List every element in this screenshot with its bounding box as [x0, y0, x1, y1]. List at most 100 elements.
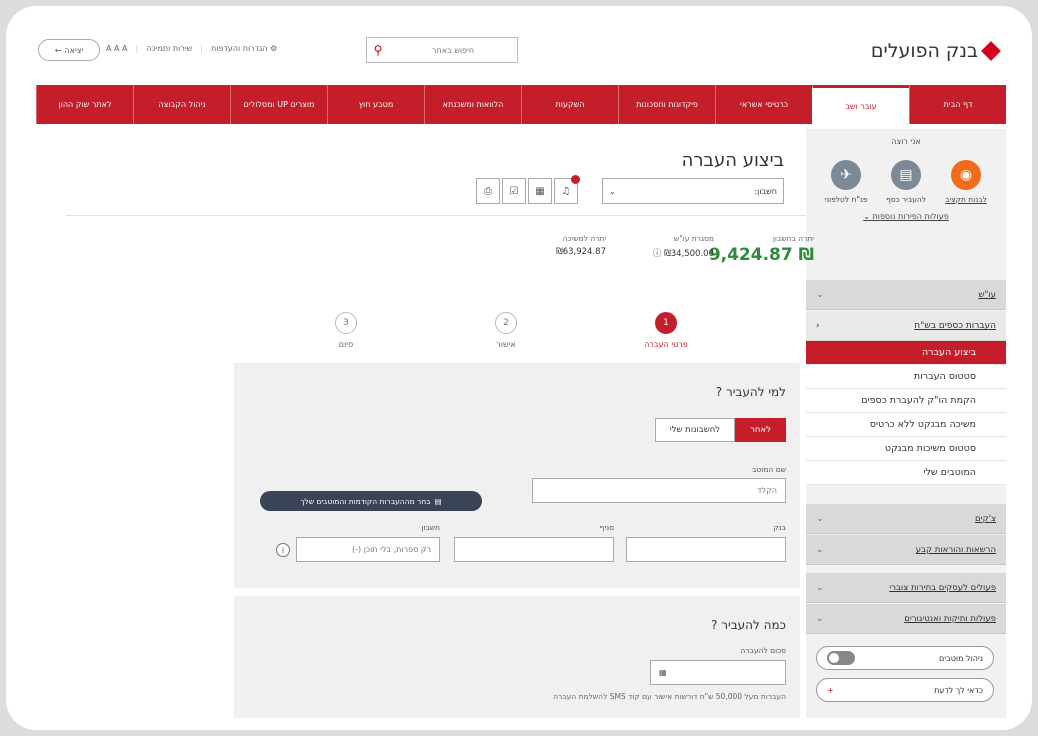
my-accounts-button[interactable]: לחשבונות שלי — [654, 418, 736, 442]
how-much-card: כמה להעביר ? סכום להעברה ▦ העברות מעל 50… — [234, 596, 800, 718]
chevron-down-icon: ⌄ — [609, 186, 616, 196]
step-confirm: 2 אישור — [466, 312, 546, 349]
nav-item-up-products[interactable]: מוצרים UP ומסלולים — [230, 85, 327, 124]
how-much-title: כמה להעביר ? — [711, 618, 786, 632]
more-actions-link[interactable]: פעולות הפירות נוספות ⌄ — [806, 212, 1006, 221]
divider — [66, 215, 806, 216]
other-recipient-button[interactable]: לאחר — [735, 418, 786, 442]
top-links: ⚙ הגדרות והעדפות | שירות ותמיכה | A A A — [106, 44, 277, 53]
top-bar: בנק הפועלים ⚲ ⚙ הגדרות והעדפות | שירות ו… — [36, 28, 1006, 82]
transfer-icon: ▤ — [891, 160, 921, 190]
step-details: 1 פרטי העברה — [626, 312, 706, 349]
settings-link[interactable]: ⚙ הגדרות והעדפות — [211, 44, 277, 53]
chevron-down-icon: ⌄ — [816, 289, 824, 300]
account-select[interactable]: חשבון: ⌄ — [602, 178, 784, 204]
divider: | — [135, 44, 139, 53]
calculator-icon: ▦ — [659, 668, 667, 677]
nav-item-investments[interactable]: השקעות — [521, 85, 618, 124]
balance-value: ₪ 9,424.87 — [708, 245, 814, 265]
branch-label: סניף — [599, 523, 614, 532]
plane-icon: ✈ — [831, 160, 861, 190]
bank-select[interactable] — [626, 537, 786, 562]
nav-item-group[interactable]: ניהול הקבוצה — [133, 85, 230, 124]
logo-diamond-icon — [981, 41, 1001, 61]
info-icon[interactable]: ⓘ — [653, 249, 662, 259]
nav-item-capital-market[interactable]: לאתר שוק ההון — [36, 85, 133, 124]
font-size-link[interactable]: A A A — [106, 44, 128, 53]
wallet-icon: ◉ — [951, 160, 981, 190]
chevron-down-icon: ⌄ — [816, 513, 824, 524]
calendar-icon[interactable]: ▦ — [528, 178, 552, 204]
credit-block: מסגרת עו"ש ₪34,500.00 ⓘ — [652, 234, 714, 259]
app-screen: בנק הפועלים ⚲ ⚙ הגדרות והעדפות | שירות ו… — [36, 28, 1006, 718]
sidebar-item-my-payees[interactable]: המוטבים שלי — [806, 461, 1006, 485]
payee-label: שם המוטב — [752, 465, 786, 474]
chevron-down-icon: ⌄ — [863, 212, 870, 221]
toggle-switch[interactable] — [827, 651, 855, 665]
good-to-know-button[interactable]: כדאי לך לדעת + — [816, 678, 994, 702]
available-block: יתרה למשיכה ₪63,924.87 — [556, 234, 606, 257]
divider: | — [200, 44, 203, 53]
checklist-icon[interactable]: ☑ — [502, 178, 526, 204]
sidebar-item-cardless-withdrawal[interactable]: משיכה מבנקט ללא כרטיס — [806, 413, 1006, 437]
search-box[interactable]: ⚲ — [366, 37, 518, 63]
sidebar-item-standing-order[interactable]: הקמת הו"ק להעברת כספים — [806, 389, 1006, 413]
sidebar-section-transfers[interactable]: העברות כספים בש"ח ‹ — [806, 311, 1006, 341]
notification-badge — [571, 175, 580, 184]
sidebar-section-ops[interactable]: פעולות ותיקות ואנטיגורים ⌄ — [806, 604, 1006, 634]
sidebar-item-transfer[interactable]: ביצוע העברה — [806, 341, 1006, 365]
toolbar-icons: ♫ ▦ ☑ ⎙ — [476, 175, 580, 204]
nav-item-credit-cards[interactable]: כרטיסי אשראי — [715, 85, 812, 124]
to-whom-title: למי להעביר ? — [715, 385, 786, 399]
nav-item-foreign-currency[interactable]: מטבע חוץ — [327, 85, 424, 124]
quick-action-travel[interactable]: ✈ פנ"ח לטלפוני — [820, 160, 872, 204]
quick-action-transfer[interactable]: ▤ להעביר כסף — [880, 160, 932, 204]
amount-input[interactable]: ▦ — [650, 660, 786, 685]
quick-action-budget[interactable]: ◉ לבנות תקציב — [940, 160, 992, 204]
payee-input[interactable] — [532, 478, 786, 503]
available-value: ₪63,924.87 — [556, 247, 606, 257]
sidebar-item-withdrawal-status[interactable]: סטטוס משיכות מבנקט — [806, 437, 1006, 461]
previous-transfers-button[interactable]: ▤ בחר מההעברות הקודמות והמוטבים שלך — [260, 491, 482, 511]
support-link[interactable]: שירות ותמיכה — [146, 44, 192, 53]
sidebar-section-main[interactable]: עו"ש ⌄ — [806, 280, 1006, 310]
nav-item-checking[interactable]: עובר ושב — [812, 85, 909, 124]
list-icon: ▤ — [434, 496, 442, 506]
arrow-left-icon: ← — [54, 45, 62, 55]
main-nav: דף הבית עובר ושב כרטיסי אשראי פיקדונות ו… — [36, 85, 1006, 124]
quick-actions: ◉ לבנות תקציב ▤ להעביר כסף ✈ פנ"ח לטלפונ… — [806, 160, 1006, 204]
to-whom-card: למי להעביר ? לאחר לחשבונות שלי שם המוטב … — [234, 363, 800, 588]
sidebar-section-orders[interactable]: הרשאות והוראות קבע ⌄ — [806, 535, 1006, 565]
bank-logo[interactable]: בנק הפועלים — [870, 40, 1001, 62]
quick-actions-title: אני רוצה — [891, 137, 921, 146]
page-title: ביצוע העברה — [681, 150, 784, 171]
chevron-down-icon: ⌄ — [816, 544, 824, 555]
chevron-left-icon: ‹ — [816, 320, 820, 331]
info-icon[interactable]: i — [276, 543, 290, 557]
balance-block: יתרה בחשבון ₪ 9,424.87 — [708, 234, 814, 265]
sidebar-section-stockbroker[interactable]: פעולים לעסקים בחירות צוברי ⌄ — [806, 573, 1006, 603]
credit-value: ₪34,500.00 ⓘ — [652, 249, 714, 259]
sidebar-section-checks[interactable]: צ'קים ⌄ — [806, 504, 1006, 534]
sidebar-item-transfer-status[interactable]: סטטוס העברות — [806, 365, 1006, 389]
step-finish: 3 סיום — [306, 312, 386, 349]
brand-name: בנק הפועלים — [870, 40, 978, 62]
account-number-input[interactable] — [296, 537, 440, 562]
plus-icon: + — [827, 685, 834, 695]
search-icon[interactable]: ⚲ — [367, 43, 389, 57]
nav-item-loans[interactable]: הלוואות ומשכנתא — [424, 85, 521, 124]
recipient-type-toggle: לאחר לחשבונות שלי — [654, 418, 786, 442]
exit-button[interactable]: יציאה ← — [38, 39, 100, 61]
search-input[interactable] — [389, 45, 517, 55]
amount-label: סכום להעברה — [740, 646, 786, 655]
nav-item-home[interactable]: דף הבית — [909, 85, 1006, 124]
branch-input[interactable] — [454, 537, 614, 562]
print-icon[interactable]: ⎙ — [476, 178, 500, 204]
bank-label: בנק — [773, 523, 786, 532]
nav-item-deposits[interactable]: פיקדונות וחסכונות — [618, 85, 715, 124]
account-label: חשבון — [421, 523, 440, 532]
chevron-down-icon: ⌄ — [816, 582, 824, 593]
sidebar-transfers-list: העברות כספים בש"ח ‹ ביצוע העברה סטטוס הע… — [806, 311, 1006, 485]
notifications-icon[interactable]: ♫ — [554, 175, 580, 204]
manage-payees-toggle[interactable]: ניהול מוטבים — [816, 646, 994, 670]
